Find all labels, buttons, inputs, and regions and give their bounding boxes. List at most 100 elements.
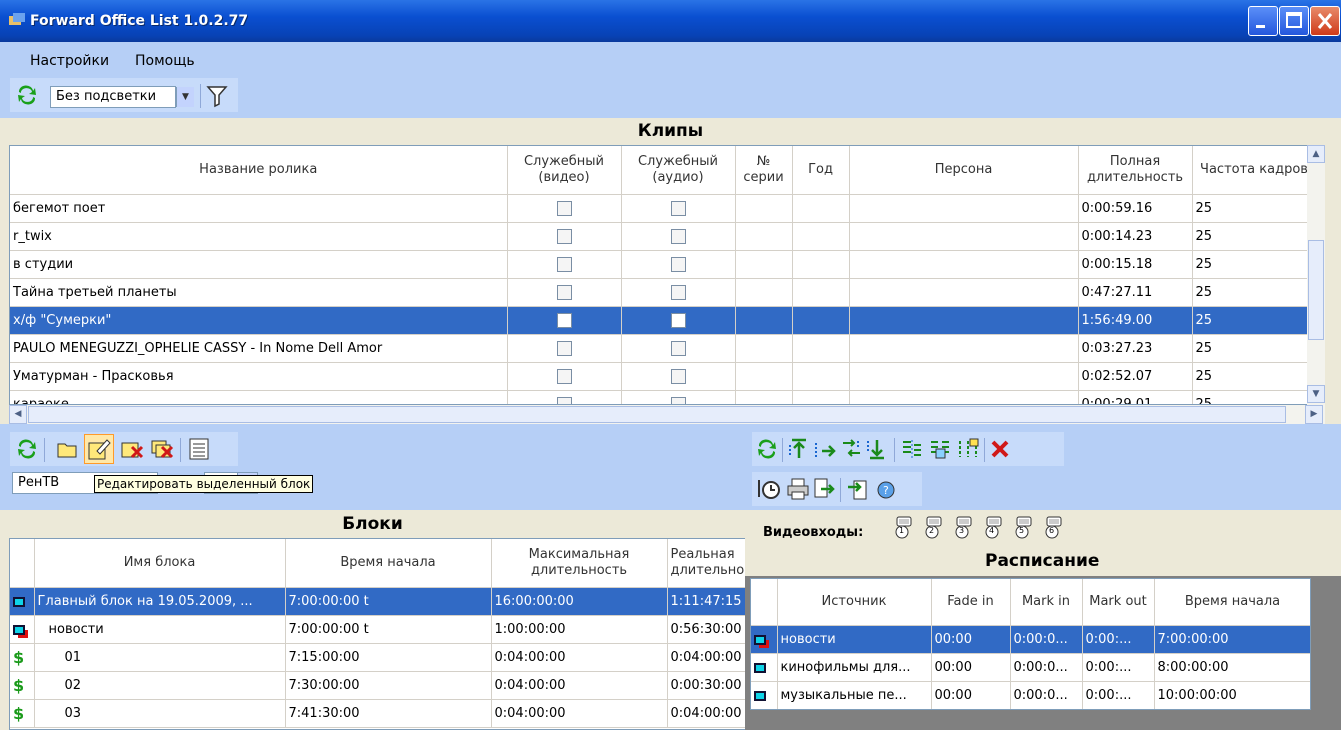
new-folder-icon[interactable] <box>56 438 78 460</box>
column-header[interactable]: Время начала <box>1154 579 1310 626</box>
export-icon[interactable] <box>812 477 836 501</box>
shuffle-icon[interactable] <box>956 437 980 461</box>
delete-all-icon[interactable] <box>150 437 176 461</box>
column-header[interactable]: Время начала <box>285 539 492 588</box>
checkbox[interactable] <box>670 257 686 272</box>
checkbox[interactable] <box>556 201 572 216</box>
replace-icon[interactable] <box>840 437 864 461</box>
move-bottom-icon[interactable] <box>866 437 888 461</box>
checkbox[interactable] <box>556 397 572 404</box>
table-row[interactable]: Тайна третьей планеты 0:47:27.11 25 <box>10 278 1316 307</box>
column-header[interactable]: Название ролика <box>10 146 508 195</box>
import-icon[interactable] <box>846 477 870 501</box>
column-header[interactable]: Частота кадров <box>1192 146 1316 195</box>
clips-vertical-scrollbar[interactable]: ▲ ▼ <box>1307 145 1325 405</box>
checkbox[interactable] <box>670 313 686 328</box>
checkbox[interactable] <box>670 369 686 384</box>
clips-table-viewport: Название ролика Служебный (видео) Служеб… <box>9 145 1317 405</box>
table-row[interactable]: музыкальные пе... 00:00 0:00:0... 0:00:... 1… <box>751 681 1310 709</box>
checkbox[interactable] <box>670 201 686 216</box>
scroll-up-button[interactable]: ▲ <box>1307 145 1325 163</box>
delete-icon[interactable] <box>988 437 1012 461</box>
video-input-icon[interactable]: 5 <box>1013 515 1035 541</box>
clips-horizontal-scrollbar[interactable]: ◀ ▶ <box>9 405 1325 424</box>
menu-settings[interactable]: Настройки <box>30 53 109 69</box>
print-icon[interactable] <box>786 477 810 501</box>
table-row[interactable]: $03 7:41:30:00 0:04:00:00 0:04:00:00 <box>10 699 748 728</box>
app-icon <box>9 13 25 25</box>
column-header[interactable]: Год <box>792 146 850 195</box>
video-input-icon[interactable]: 6 <box>1043 515 1065 541</box>
list-icon[interactable] <box>188 437 210 461</box>
column-header[interactable]: Имя блока <box>34 539 286 588</box>
refresh-icon[interactable] <box>16 85 38 105</box>
highlight-select-value: Без подсветки <box>56 89 157 104</box>
checkbox[interactable] <box>556 285 572 300</box>
table-row[interactable]: кинофильмы для... 00:00 0:00:0... 0:00:... 8… <box>751 653 1310 682</box>
table-row[interactable]: новости 00:00 0:00:0... 0:00:... 7:00:00:00 <box>751 625 1310 654</box>
table-row[interactable]: r_twix 0:00:14.23 25 <box>10 222 1316 251</box>
toolbar-separator <box>782 438 783 462</box>
chevron-right-icon: ▶ <box>1310 409 1318 419</box>
checkbox-cell <box>507 334 622 363</box>
delete-block-icon[interactable] <box>120 437 146 461</box>
highlight-select[interactable]: Без подсветки <box>50 86 176 108</box>
checkbox[interactable] <box>556 341 572 356</box>
column-header[interactable]: Персона <box>849 146 1079 195</box>
checkbox[interactable] <box>670 285 686 300</box>
merge-icon[interactable] <box>928 437 952 461</box>
menu-help[interactable]: Помощь <box>135 53 195 69</box>
column-header[interactable]: Mark out <box>1082 579 1155 626</box>
table-row[interactable]: новости 7:00:00:00 t 1:00:00:00 0:56:30:00 <box>10 615 748 644</box>
column-header[interactable]: Fade in <box>931 579 1011 626</box>
help-globe-icon[interactable]: ? <box>874 477 898 501</box>
checkbox[interactable] <box>556 369 572 384</box>
column-header[interactable]: Максимальная длительность <box>491 539 668 588</box>
checkbox[interactable] <box>556 257 572 272</box>
refresh-icon[interactable] <box>756 439 778 459</box>
split-icon[interactable] <box>900 437 924 461</box>
checkbox[interactable] <box>670 341 686 356</box>
table-row[interactable]: $02 7:30:00:00 0:04:00:00 0:00:30:00 <box>10 671 748 700</box>
checkbox[interactable] <box>556 229 572 244</box>
table-row[interactable]: PAULO MENEGUZZI_OPHELIE CASSY - In Nome … <box>10 334 1316 363</box>
checkbox[interactable] <box>670 397 686 404</box>
insert-after-icon[interactable] <box>814 437 838 461</box>
move-top-icon[interactable] <box>788 437 810 461</box>
table-row[interactable]: Уматурман - Прасковья 0:02:52.07 25 <box>10 362 1316 391</box>
scroll-right-button[interactable]: ▶ <box>1305 405 1323 424</box>
checkbox-cell <box>621 390 736 404</box>
table-row[interactable]: Главный блок на 19.05.2009, ... 7:00:00:0… <box>10 587 748 616</box>
scroll-thumb[interactable] <box>1308 240 1324 340</box>
scroll-down-button[interactable]: ▼ <box>1307 385 1325 403</box>
column-header[interactable]: Источник <box>777 579 932 626</box>
maximize-button[interactable] <box>1279 6 1309 36</box>
column-header[interactable]: № серии <box>735 146 793 195</box>
video-input-icon[interactable]: 3 <box>953 515 975 541</box>
highlight-select-dropdown[interactable]: ▼ <box>176 87 194 107</box>
scroll-thumb[interactable] <box>28 406 1286 423</box>
table-row[interactable]: $01 7:15:00:00 0:04:00:00 0:04:00:00 <box>10 643 748 672</box>
column-header[interactable]: Полная длительность <box>1078 146 1193 195</box>
edit-block-button[interactable] <box>84 434 114 464</box>
column-header[interactable]: Служебный (аудио) <box>621 146 736 195</box>
clock-icon[interactable] <box>756 477 782 501</box>
video-input-icon[interactable]: 1 <box>893 515 915 541</box>
checkbox[interactable] <box>670 229 686 244</box>
checkbox[interactable] <box>556 313 572 328</box>
table-row[interactable]: в студии 0:00:15.18 25 <box>10 250 1316 279</box>
column-header[interactable]: Реальная длительность <box>667 539 748 588</box>
scroll-left-button[interactable]: ◀ <box>9 405 27 424</box>
video-input-icon[interactable]: 4 <box>983 515 1005 541</box>
table-row[interactable]: караоке 0:00:29.01 25 <box>10 390 1316 404</box>
column-header[interactable]: Mark in <box>1010 579 1083 626</box>
column-header[interactable]: Служебный (видео) <box>507 146 622 195</box>
table-row[interactable]: х/ф "Сумерки" 1:56:49.00 25 <box>10 306 1316 335</box>
close-button[interactable] <box>1310 6 1340 36</box>
refresh-icon[interactable] <box>16 439 38 459</box>
table-row[interactable]: бегемот поет 0:00:59.16 25 <box>10 194 1316 223</box>
video-input-icon[interactable]: 2 <box>923 515 945 541</box>
filter-icon[interactable] <box>206 84 228 108</box>
minimize-button[interactable] <box>1248 6 1278 36</box>
fps-cell: 25 <box>1192 362 1316 391</box>
